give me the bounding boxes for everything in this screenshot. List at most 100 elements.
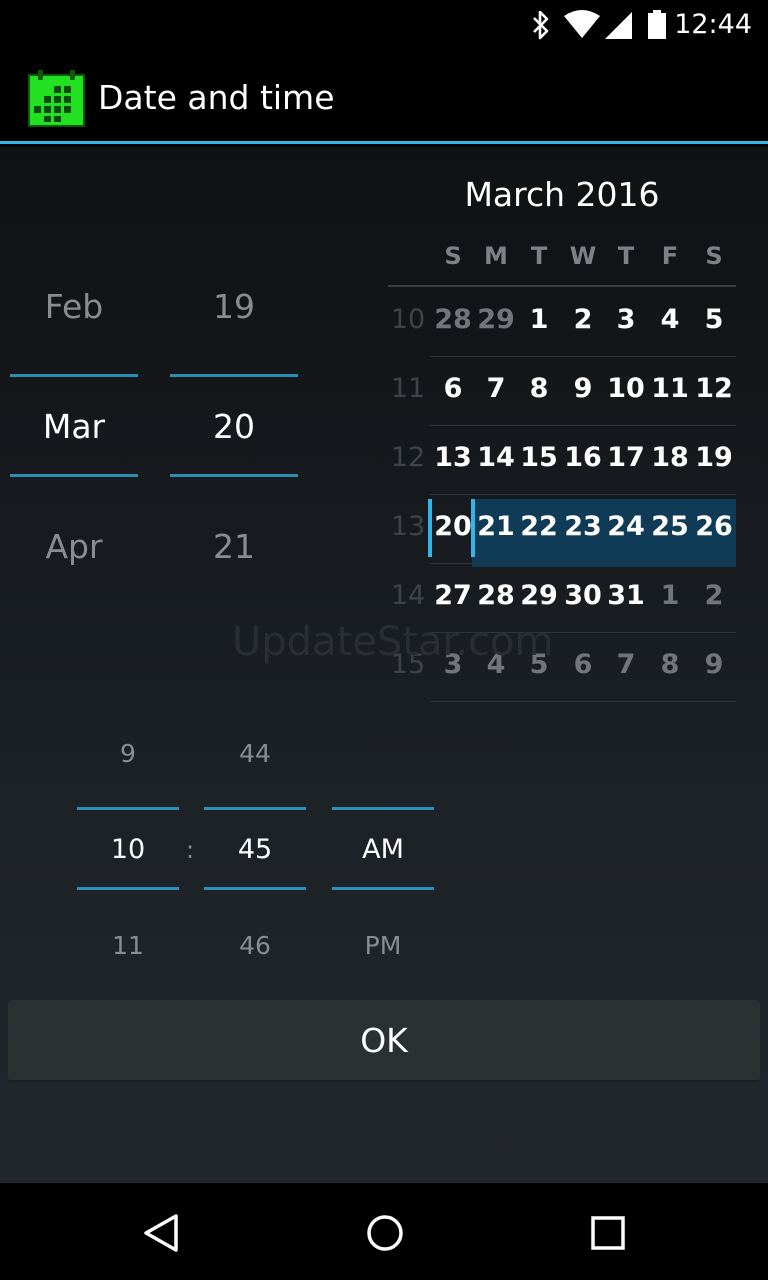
day-divider-bottom [170,474,298,477]
recents-icon[interactable] [590,1213,626,1257]
calendar-day[interactable]: 9 [561,373,605,404]
ampm-divider-top [332,807,434,810]
calendar-day[interactable]: 9 [692,649,736,680]
calendar-day[interactable]: 1 [648,580,692,611]
calendar-day[interactable]: 2 [692,580,736,611]
watermark: UpdateStar.com [232,619,554,665]
month-next[interactable]: Apr [10,527,138,566]
status-clock: 12:44 [674,9,752,40]
calendar-day[interactable]: 2 [561,304,605,335]
weekday-label: W [569,242,597,270]
hour-next[interactable]: 11 [77,931,179,960]
calendar-day[interactable]: 29 [517,580,561,611]
calendar-grid-icon[interactable] [28,70,85,127]
calendar-day[interactable]: 30 [561,580,605,611]
calendar-day[interactable]: 12 [692,373,736,404]
calendar-day[interactable]: 4 [648,304,692,335]
minute-divider-top [204,807,306,810]
back-icon[interactable] [142,1213,180,1257]
calendar-day[interactable]: 24 [604,511,648,542]
weekday-label: S [705,242,723,270]
hour-divider-top [77,807,179,810]
calendar-month-title: March 2016 [464,175,660,214]
hour-divider-bottom [77,887,179,890]
month-divider-bottom [10,474,138,477]
minute-current[interactable]: 45 [204,834,306,865]
week-number: 12 [390,442,426,473]
action-bar: Date and time [0,50,768,144]
battery-icon [647,10,667,44]
week-number: 10 [390,304,426,335]
calendar-row-divider [430,701,736,702]
day-prev[interactable]: 19 [170,287,298,326]
hour-prev[interactable]: 9 [77,739,179,768]
weekday-label: M [484,242,508,270]
calendar-day[interactable]: 28 [474,580,518,611]
ampm-divider-bottom [332,887,434,890]
calendar-day[interactable]: 23 [561,511,605,542]
week-number: 11 [390,373,426,404]
status-bar: 12:44 [0,0,768,50]
ampm-next[interactable]: PM [332,931,434,960]
calendar-day[interactable]: 22 [517,511,561,542]
month-divider-top [10,374,138,377]
calendar-day[interactable]: 15 [517,442,561,473]
calendar-day[interactable]: 7 [604,649,648,680]
calendar-day[interactable]: 6 [431,373,475,404]
minute-next[interactable]: 46 [204,931,306,960]
week-number: 14 [390,580,426,611]
calendar-row-divider [430,356,736,357]
month-current[interactable]: Mar [10,407,138,446]
navigation-bar [0,1183,768,1280]
calendar-day[interactable]: 31 [604,580,648,611]
ok-button[interactable]: OK [8,1000,760,1082]
calendar-header-divider [388,285,736,287]
weekday-label: F [661,242,679,270]
calendar-day[interactable]: 8 [648,649,692,680]
weekday-label: S [444,242,462,270]
calendar-day[interactable]: 27 [431,580,475,611]
minute-prev[interactable]: 44 [204,739,306,768]
ampm-current[interactable]: AM [332,834,434,865]
calendar-day[interactable]: 17 [604,442,648,473]
calendar-row-divider [430,425,736,426]
day-current[interactable]: 20 [170,407,298,446]
calendar-day[interactable]: 29 [474,304,518,335]
calendar-day[interactable]: 11 [648,373,692,404]
calendar-day[interactable]: 13 [431,442,475,473]
calendar-day[interactable]: 18 [648,442,692,473]
calendar-day[interactable]: 5 [692,304,736,335]
calendar-row-divider [430,563,736,564]
calendar-day[interactable]: 3 [604,304,648,335]
calendar-day[interactable]: 10 [604,373,648,404]
wifi-icon [563,10,601,44]
calendar-day[interactable]: 26 [692,511,736,542]
hour-current[interactable]: 10 [77,834,179,865]
calendar-day[interactable]: 16 [561,442,605,473]
weekday-label: T [530,242,548,270]
weekday-label: T [617,242,635,270]
calendar-day[interactable]: 25 [648,511,692,542]
selected-day-marker [428,499,432,557]
date-time-dialog: Feb Mar Apr 19 20 21 March 2016 SMTWTFS … [0,147,768,1183]
day-divider-top [170,374,298,377]
calendar-day[interactable]: 8 [517,373,561,404]
calendar-day[interactable]: 1 [517,304,561,335]
month-prev[interactable]: Feb [10,287,138,326]
calendar-day[interactable]: 14 [474,442,518,473]
calendar-day[interactable]: 21 [474,511,518,542]
bluetooth-icon [530,10,552,44]
home-icon[interactable] [366,1213,404,1257]
week-number: 13 [390,511,426,542]
calendar-day[interactable]: 6 [561,649,605,680]
minute-divider-bottom [204,887,306,890]
app-title: Date and time [98,78,335,117]
calendar-day[interactable]: 28 [431,304,475,335]
day-next[interactable]: 21 [170,527,298,566]
calendar-row-divider [430,494,736,495]
calendar-day[interactable]: 19 [692,442,736,473]
cell-signal-icon [603,10,633,44]
time-separator: : [186,836,195,864]
calendar-day[interactable]: 20 [431,511,475,542]
calendar-day[interactable]: 7 [474,373,518,404]
